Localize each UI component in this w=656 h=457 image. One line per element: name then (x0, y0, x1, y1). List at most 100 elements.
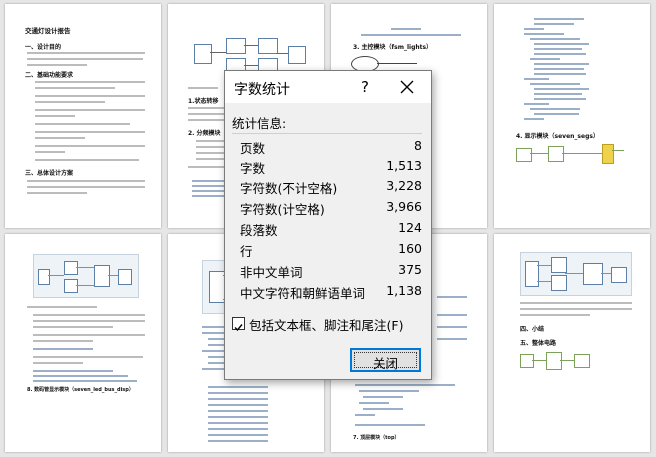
page1-heading-2: 二、基础功能要求 (25, 72, 74, 79)
help-button[interactable]: ? (353, 75, 377, 99)
code-line (33, 370, 113, 372)
text-line (33, 326, 113, 328)
page-thumbnail-5[interactable]: 8. 数码管显示模块（seven_led_bus_disp） (5, 234, 161, 452)
code-line (355, 384, 455, 386)
checkmark-icon (234, 324, 243, 332)
code-line (208, 410, 268, 412)
text-line (27, 180, 145, 182)
code-line (363, 396, 403, 398)
code-line (524, 28, 544, 30)
code-line (534, 98, 586, 100)
page3-heading-1: 3. 主控模块（fsm_lights） (353, 44, 433, 51)
text-line (33, 362, 83, 364)
page8-heading-1: 四、小结 (520, 326, 545, 333)
code-line (534, 63, 589, 65)
schematic-image (516, 142, 626, 164)
page-thumbnail-4[interactable]: 4. 显示模块（seven_segs） (494, 4, 650, 228)
code-line (524, 33, 564, 35)
code-line (208, 392, 268, 394)
code-line (208, 428, 268, 430)
code-line (524, 78, 549, 80)
stat-value: 124 (398, 220, 422, 235)
text-line (27, 192, 87, 194)
code-line (359, 390, 419, 392)
stat-row-cjk-chars: 中文字符和朝鲜语单词 1,138 (240, 283, 422, 303)
code-line (437, 338, 467, 340)
code-line (391, 28, 421, 30)
code-line (208, 422, 268, 424)
text-line (35, 123, 130, 125)
code-line (208, 416, 268, 418)
page1-heading-3: 三、总体设计方案 (25, 170, 74, 177)
text-line (35, 131, 145, 133)
code-line (534, 18, 584, 20)
text-line (520, 314, 590, 316)
close-button-label: 关闭 (372, 356, 398, 371)
code-line (534, 93, 582, 95)
page-thumbnail-8[interactable]: 四、小结 五、整体电路 (494, 234, 650, 452)
text-line (33, 356, 143, 358)
page2-heading-1: 1.状态转移 (188, 98, 219, 105)
code-line (33, 375, 128, 377)
stat-row-pages: 页数 8 (240, 138, 422, 158)
schematic-image (33, 254, 139, 298)
text-line (35, 109, 145, 111)
text-line (35, 87, 115, 89)
include-textboxes-label: 包括文本框、脚注和尾注(F) (249, 318, 404, 333)
stat-row-words: 字数 1,513 (240, 158, 422, 178)
stat-label: 字符数(不计空格) (240, 181, 338, 196)
code-line (355, 424, 425, 426)
close-icon[interactable] (395, 75, 419, 99)
stat-label: 字数 (240, 161, 266, 176)
text-line (35, 115, 75, 117)
code-line (524, 118, 544, 120)
dialog-title-bar[interactable]: 字数统计 ? (225, 71, 431, 103)
code-line (33, 380, 137, 382)
code-line (534, 113, 579, 115)
code-line (361, 34, 461, 36)
close-button[interactable]: 关闭 (350, 348, 421, 372)
code-line (534, 88, 589, 90)
code-line (208, 440, 268, 442)
stat-value: 1,138 (386, 283, 422, 298)
page7-heading-1: 7. 顶层模块（top） (353, 435, 400, 441)
text-line (35, 151, 65, 153)
code-line (534, 43, 589, 45)
stat-value: 3,966 (386, 199, 422, 214)
code-line (524, 103, 549, 105)
stat-value: 160 (398, 241, 422, 256)
include-textboxes-option[interactable]: 包括文本框、脚注和尾注(F) (232, 315, 428, 333)
stat-label: 字符数(计空格) (240, 202, 325, 217)
code-line (437, 326, 467, 328)
code-line (530, 58, 560, 60)
text-line (188, 87, 218, 89)
text-line (33, 340, 93, 342)
stat-value: 375 (398, 262, 422, 277)
text-line (35, 95, 145, 97)
text-line (35, 81, 145, 83)
page8-heading-2: 五、整体电路 (520, 340, 557, 347)
schematic-image (520, 350, 602, 370)
stat-label: 行 (240, 244, 253, 259)
text-line (35, 137, 85, 139)
stat-row-chars-with-spaces: 字符数(计空格) 3,966 (240, 199, 422, 219)
stat-value: 3,228 (386, 178, 422, 193)
code-line (534, 48, 582, 50)
code-line (530, 38, 580, 40)
dialog-title: 字数统计 (234, 82, 290, 98)
text-line (33, 314, 145, 316)
text-line (27, 52, 145, 54)
text-line (33, 320, 145, 322)
code-line (33, 348, 93, 350)
code-line (534, 53, 586, 55)
code-line (534, 23, 574, 25)
text-line (35, 159, 139, 161)
page-thumbnail-1[interactable]: 交通灯设计报告 一、设计目的 二、基础功能要求 三、总体设计方案 (5, 4, 161, 228)
stat-row-chars-no-spaces: 字符数(不计空格) 3,228 (240, 178, 422, 198)
code-line (437, 314, 467, 316)
include-textboxes-checkbox[interactable] (232, 317, 245, 332)
text-line (520, 308, 632, 310)
code-line (208, 434, 268, 436)
schematic-image (520, 252, 632, 296)
stat-value: 1,513 (386, 158, 422, 173)
